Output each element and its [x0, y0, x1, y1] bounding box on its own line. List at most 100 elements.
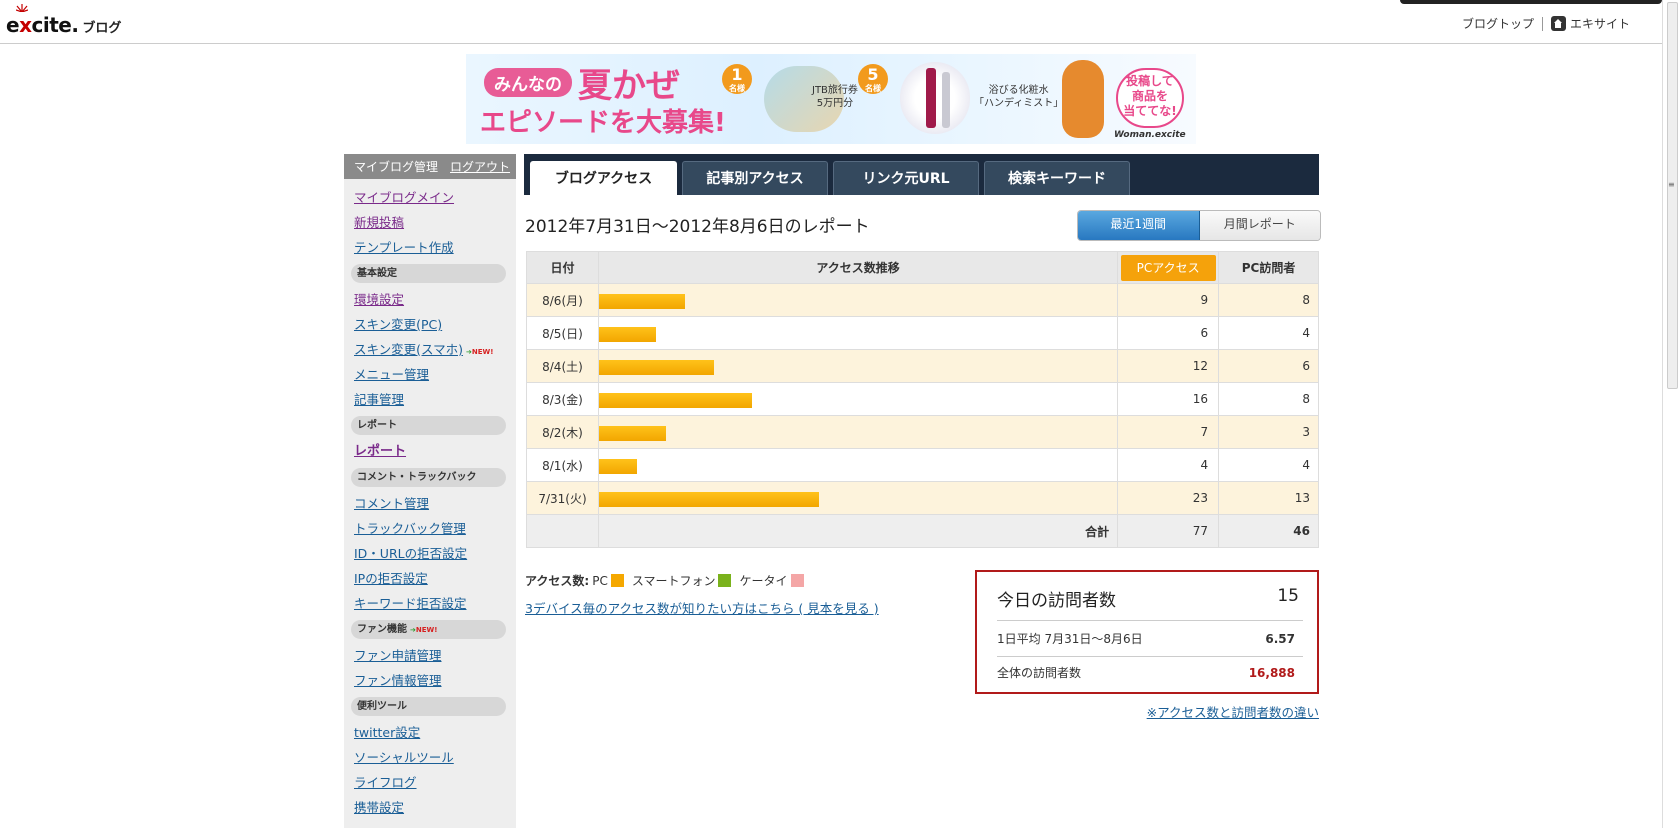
col-pc-access[interactable]: PCアクセス [1117, 251, 1220, 284]
visitor-summary-box: 今日の訪問者数 15 1日平均 7月31日〜8月6日 6.57 全体の訪問者数 … [975, 570, 1319, 694]
sidebar-item-env[interactable]: 環境設定 [354, 291, 516, 308]
sidebar-category-report: レポート [351, 416, 506, 435]
logo-burst-icon [16, 4, 28, 12]
legend-label: アクセス数: [525, 574, 590, 588]
tab-blog-access[interactable]: ブログアクセス [530, 161, 677, 195]
new-badge: ➔NEW! [410, 626, 438, 634]
sidebar-title: マイブログ管理 [354, 160, 439, 174]
blog-top-link[interactable]: ブログトップ [1462, 15, 1534, 32]
row-bar-cell [597, 448, 1119, 482]
daily-average-row: 1日平均 7月31日〜8月6日 6.57 [997, 622, 1303, 657]
tab-referrer-url[interactable]: リンク元URL [833, 161, 979, 195]
sidebar-item-article[interactable]: 記事管理 [354, 391, 516, 408]
sidebar-category-basic: 基本設定 [351, 264, 506, 283]
prize2-badge: 5 名様 [858, 64, 888, 94]
daily-average-value: 6.57 [1265, 632, 1295, 646]
period-toggle: 最近1週間 月間レポート [1077, 210, 1321, 241]
tab-search-keyword[interactable]: 検索キーワード [984, 161, 1130, 195]
access-bar [598, 459, 637, 474]
legend-pc-swatch [610, 574, 624, 587]
sidebar-category-fan: ファン機能 ➔NEW! [351, 620, 506, 639]
logo-product-name: ブログ [82, 21, 122, 36]
sidebar-item-comment[interactable]: コメント管理 [354, 495, 516, 512]
sidebar-item-new-post[interactable]: 新規投稿 [354, 214, 516, 231]
sidebar-row-skin-sp: スキン変更(スマホ) ➔NEW! [354, 341, 516, 358]
sidebar-item-twitter[interactable]: twitter設定 [354, 724, 516, 741]
row-bar-cell [597, 283, 1119, 317]
row-bar-cell [597, 481, 1119, 515]
device-legend: アクセス数: PC スマートフォン ケータイ [525, 572, 812, 589]
legend-keitai-swatch [790, 574, 804, 587]
legend-pc-label: PC [592, 573, 608, 588]
row-pc-access: 16 [1117, 382, 1220, 416]
sidebar-item-menu[interactable]: メニュー管理 [354, 366, 516, 383]
legend-smartphone-label: スマートフォン [631, 574, 716, 588]
header-accent-bar [1400, 0, 1662, 4]
sidebar-item-fan-request[interactable]: ファン申請管理 [354, 647, 516, 664]
home-icon [1550, 16, 1566, 31]
prize2-bottle-alt [942, 72, 950, 128]
device-access-link[interactable]: 3デバイス毎のアクセス数が知りたい方はこちら ( 見本を見る ) [525, 598, 879, 617]
report-tab-bar: ブログアクセス 記事別アクセス リンク元URL 検索キーワード [524, 154, 1319, 195]
today-visitors-row: 今日の訪問者数 15 [997, 586, 1303, 621]
table-row: 8/1(水) 4 4 [526, 448, 1319, 482]
prize2-bottle [926, 68, 936, 128]
sidebar-item-lifelog[interactable]: ライフログ [354, 774, 516, 791]
sidebar-item-skin-pc[interactable]: スキン変更(PC) [354, 316, 516, 333]
col-date: 日付 [526, 251, 599, 284]
legend-keitai-label: ケータイ [739, 574, 788, 588]
vertical-scrollbar[interactable]: ≡ [1662, 0, 1680, 828]
sidebar-category-comment: コメント・トラックバック [351, 468, 506, 487]
row-bar-cell [597, 349, 1119, 383]
table-row: 8/6(月) 9 8 [526, 283, 1319, 317]
sidebar-item-keyword-reject[interactable]: キーワード拒否設定 [354, 595, 516, 612]
sidebar-item-trackback[interactable]: トラックバック管理 [354, 520, 516, 537]
row-date: 8/4(土) [526, 349, 599, 383]
row-pc-visitors: 3 [1218, 415, 1319, 449]
row-date: 8/5(日) [526, 316, 599, 350]
sidebar-item-template[interactable]: テンプレート作成 [354, 239, 516, 256]
tab-article-access[interactable]: 記事別アクセス [682, 161, 828, 195]
row-pc-visitors: 4 [1218, 316, 1319, 350]
sidebar-item-id-url-reject[interactable]: ID・URLの拒否設定 [354, 545, 516, 562]
daily-average-label: 1日平均 7月31日〜8月6日 [997, 632, 1143, 646]
access-visitor-difference-link[interactable]: ※アクセス数と訪問者数の違い [1147, 702, 1319, 721]
scrollbar-grip-icon: ≡ [1668, 180, 1675, 189]
sidebar-header: マイブログ管理 ログアウト [344, 154, 516, 179]
row-pc-access: 7 [1117, 415, 1220, 449]
mascot-illustration [1062, 60, 1104, 138]
today-visitors-label: 今日の訪問者数 [997, 591, 1116, 611]
row-pc-visitors: 6 [1218, 349, 1319, 383]
access-bar [598, 360, 714, 375]
row-bar-cell [597, 316, 1119, 350]
row-pc-visitors: 8 [1218, 382, 1319, 416]
prize1-text: JTB旅行券 5万円分 [812, 85, 858, 109]
toggle-recent-week[interactable]: 最近1週間 [1078, 211, 1200, 240]
sidebar-item-ip-reject[interactable]: IPの拒否設定 [354, 570, 516, 587]
campaign-banner[interactable]: みんなの 夏かぜ エピソードを大募集! 1 名様 JTB旅行券 5万円分 5 名様 浴… [466, 54, 1196, 144]
access-bar [598, 393, 752, 408]
table-row: 8/5(日) 6 4 [526, 316, 1319, 350]
prize2-text: 浴びる化粧水 「ハンディミスト」 [974, 85, 1064, 109]
col-access-trend: アクセス数推移 [597, 251, 1119, 284]
row-pc-visitors: 8 [1218, 283, 1319, 317]
excite-blog-logo[interactable]: excite. ブログ [6, 13, 122, 37]
total-pc-visitors: 46 [1218, 514, 1319, 548]
row-pc-visitors: 4 [1218, 448, 1319, 482]
col-pc-visitors: PC訪問者 [1218, 251, 1319, 284]
sidebar-item-social[interactable]: ソーシャルツール [354, 749, 516, 766]
sidebar-item-skin-sp[interactable]: スキン変更(スマホ) [354, 342, 463, 357]
new-badge: ➔NEW! [466, 348, 494, 356]
toggle-monthly-report[interactable]: 月間レポート [1199, 211, 1320, 240]
row-pc-visitors: 13 [1218, 481, 1319, 515]
sidebar-item-fan-info[interactable]: ファン情報管理 [354, 672, 516, 689]
total-row: 合計 77 46 [526, 514, 1319, 548]
legend-smartphone-swatch [718, 574, 732, 587]
sidebar-item-mobile[interactable]: 携帯設定 [354, 799, 516, 816]
total-visitors-value: 16,888 [1248, 666, 1295, 680]
logout-link[interactable]: ログアウト [450, 158, 510, 175]
scrollbar-thumb[interactable] [1667, 2, 1678, 389]
sidebar-item-my-blog-main[interactable]: マイブログメイン [354, 189, 516, 206]
sidebar-item-report[interactable]: レポート [354, 443, 516, 460]
excite-site-link[interactable]: エキサイト [1570, 15, 1630, 32]
